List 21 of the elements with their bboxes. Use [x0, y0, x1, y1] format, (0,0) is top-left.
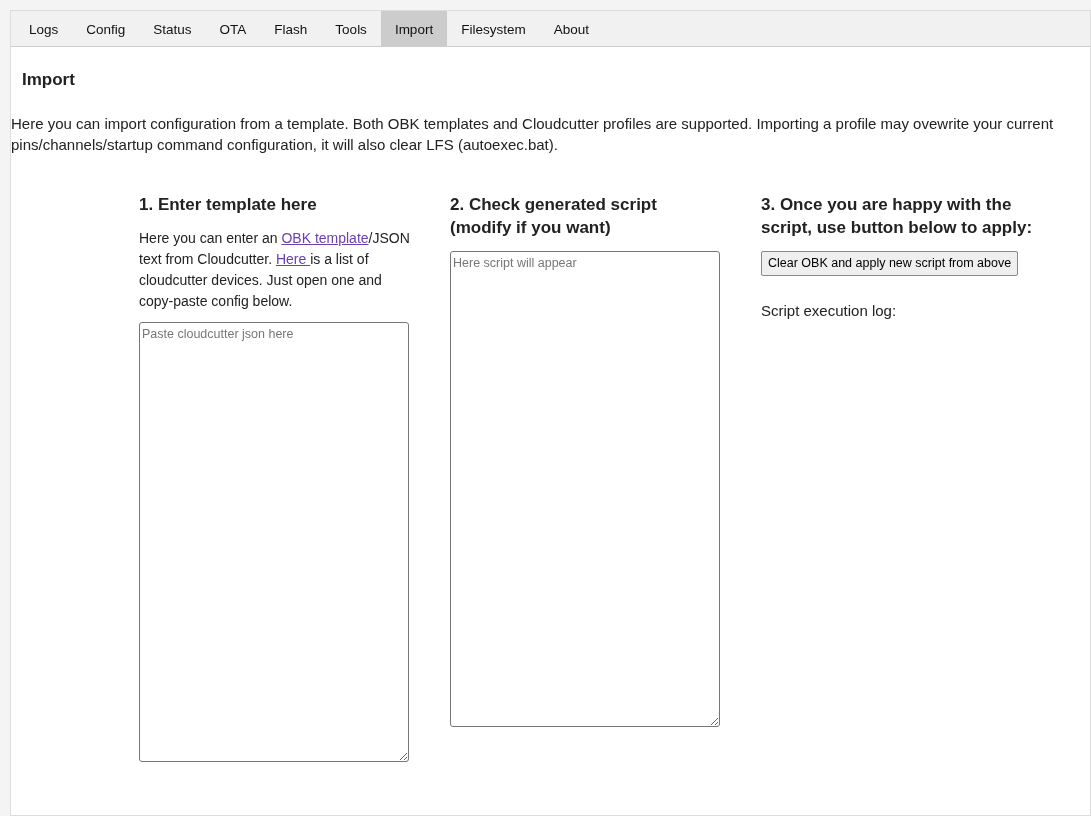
tab[interactable]: Logs [15, 11, 73, 47]
description-text: Here you can import configuration from a template. Both OBK templates and Cloudcutter profiles are supported. Importing a profile may ovewrite your current pins/channels/startup command configuration, it will also clear LFS (autoexec.bat). [11, 113, 1055, 155]
tab[interactable]: Filesystem [447, 11, 540, 47]
log-label: Script execution log: [761, 300, 898, 321]
tab[interactable]: About [539, 11, 603, 47]
tab[interactable]: Config [72, 11, 140, 47]
tab[interactable]: Status [139, 11, 206, 47]
text-area[interactable]: Here script will appear [450, 250, 720, 727]
tab[interactable]: Flash [260, 11, 322, 47]
apply-button[interactable]: Clear OBK and apply new script from above [761, 250, 1019, 276]
text-area[interactable]: Paste cloudcutter json here [139, 321, 409, 762]
tab[interactable]: Tools [321, 11, 381, 47]
link[interactable]: OBK template [281, 229, 369, 246]
link[interactable]: Here [275, 250, 311, 267]
page-title: Import [22, 69, 76, 92]
intro-text: Here you can enter an OBK template/JSON text from Cloudcutter. Here is a list of cloudcutter devices. Just open one and copy-paste config below. [139, 228, 410, 311]
section-heading: 3. Once you are happy with the script, use button below to apply: [761, 193, 1034, 239]
section-heading: 2. Check generated script (modify if you want) [450, 193, 658, 239]
tab[interactable]: Import [380, 11, 448, 47]
tab[interactable]: OTA [205, 11, 261, 47]
section-heading: 1. Enter template here [139, 193, 318, 216]
